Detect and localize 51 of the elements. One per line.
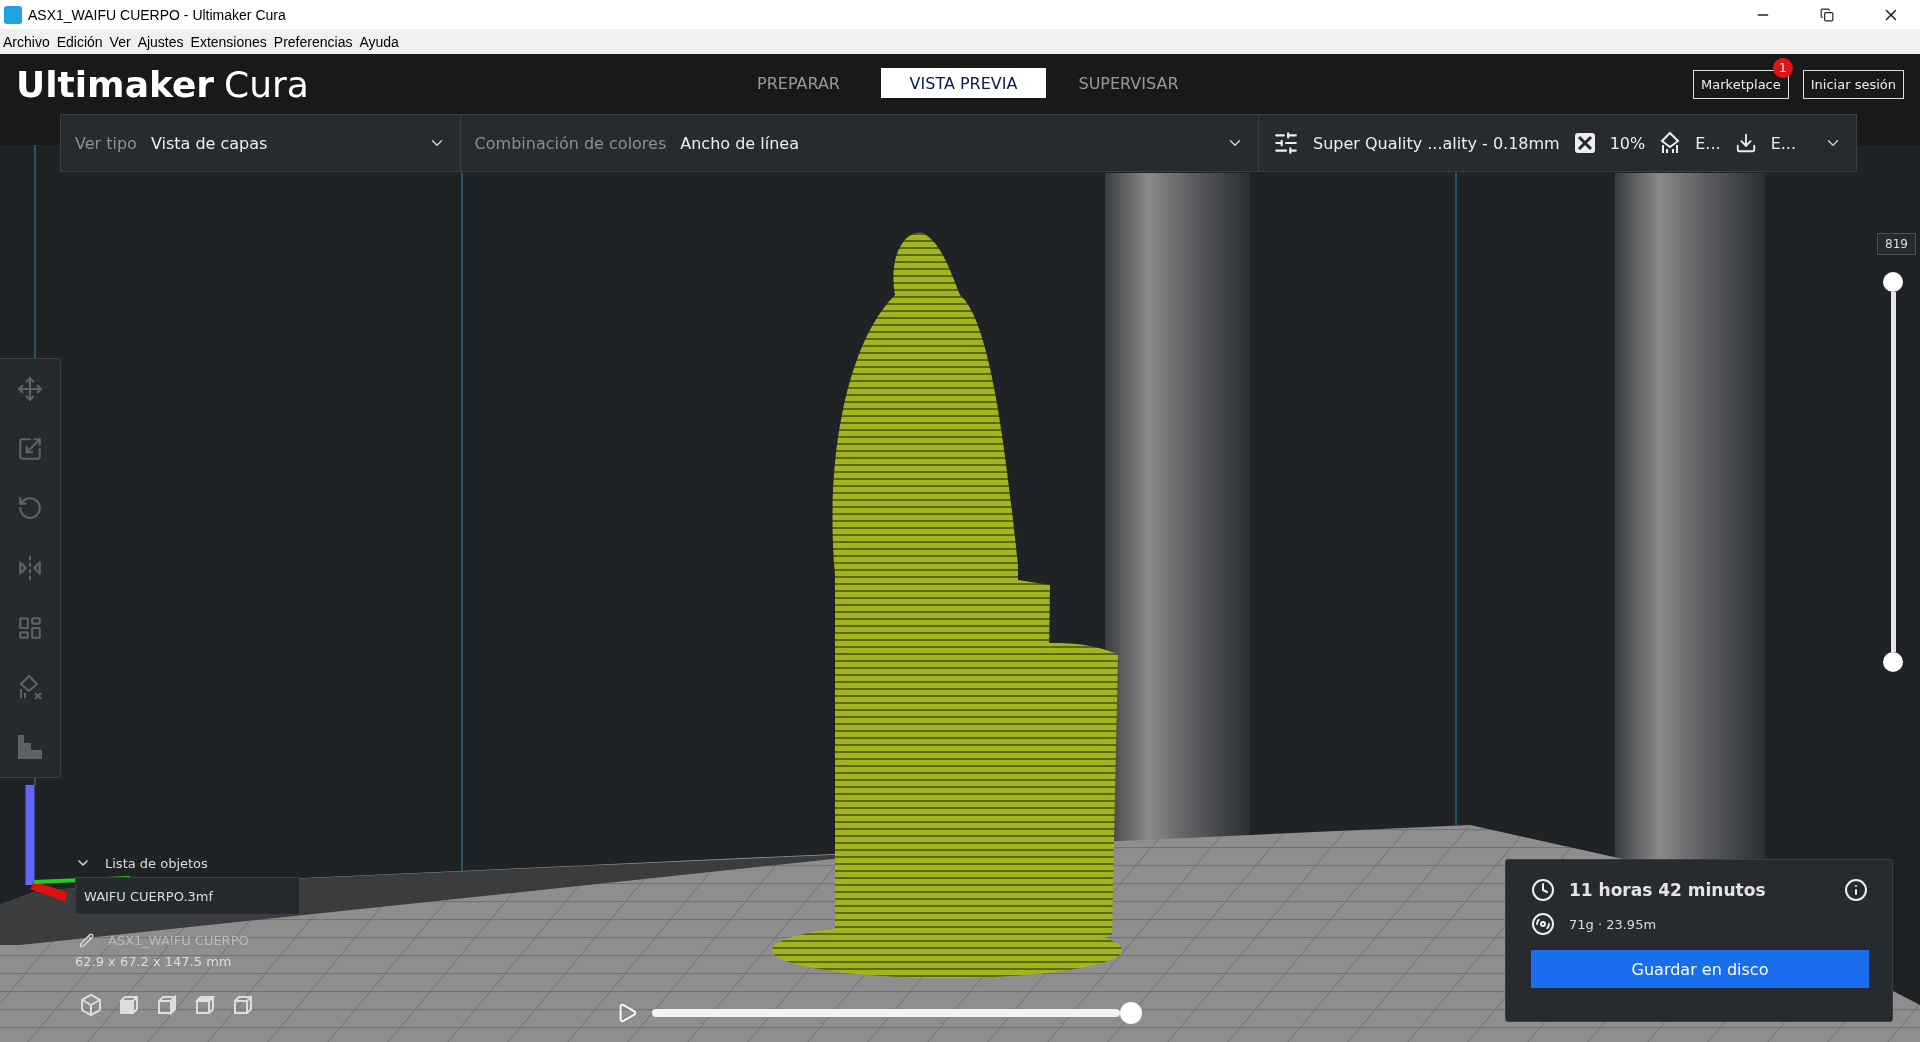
download-icon [1734, 132, 1757, 154]
print-time: 11 horas 42 minutos [1569, 880, 1767, 900]
cube-icon[interactable] [231, 993, 255, 1017]
model-dimensions: 62.9 x 67.2 x 147.5 mm [75, 954, 233, 969]
adhesion-value: E... [1770, 133, 1796, 153]
profile-name[interactable]: Super Quality ...ality - 0.18mm [1313, 133, 1560, 153]
app-icon [4, 5, 22, 24]
rotate-icon[interactable] [17, 495, 43, 522]
view-type-value[interactable]: Vista de capas [150, 133, 268, 153]
menu-item[interactable]: Edición [56, 33, 103, 50]
cube-icon[interactable] [117, 993, 141, 1017]
stage-tab[interactable]: PREPARAR [716, 68, 881, 98]
stage-tab[interactable]: SUPERVISAR [1046, 68, 1211, 98]
support-blocker-icon[interactable] [17, 674, 43, 701]
info-icon[interactable] [1844, 878, 1868, 902]
scale-icon[interactable] [17, 435, 43, 462]
save-to-disk-button[interactable]: Guardar en disco [1531, 950, 1869, 988]
material-usage: 71g · 23.95m [1569, 916, 1657, 932]
layer-number: 819 [1877, 233, 1916, 255]
sliders-icon [1273, 130, 1300, 156]
color-scheme-value[interactable]: Ancho de línea [680, 133, 799, 153]
cube-icon[interactable] [193, 993, 217, 1017]
support-icon [1659, 131, 1682, 155]
object-list-toggle[interactable]: Lista de objetos [105, 855, 208, 871]
menu-item[interactable]: Extensiones [190, 33, 267, 50]
clock-icon [1531, 878, 1555, 902]
pencil-icon[interactable] [79, 933, 94, 948]
restore-icon[interactable] [1820, 7, 1834, 22]
move-icon[interactable] [17, 375, 43, 402]
menu-item[interactable]: Ajustes [137, 33, 184, 50]
infill-value: 10% [1609, 133, 1646, 153]
menu-item[interactable]: Preferencias [273, 33, 353, 50]
menu-item[interactable]: Ver [109, 33, 131, 50]
view-type-label: Ver tipo [75, 133, 137, 153]
sign-in-button[interactable]: Iniciar sesión [1802, 70, 1904, 99]
support-value: E... [1695, 133, 1721, 153]
stage-tab[interactable]: VISTA PREVIA [881, 68, 1046, 98]
layer-slider-handle[interactable] [1883, 272, 1903, 292]
object-list-item[interactable]: WAIFU CUERPO.3mf [75, 877, 300, 915]
mirror-icon[interactable] [17, 554, 43, 581]
app-logo: Ultimaker Cura [16, 64, 310, 105]
cube-icon[interactable] [79, 993, 103, 1017]
color-scheme-label: Combinación de colores [474, 133, 667, 153]
layer-slider-handle[interactable] [1883, 652, 1903, 672]
stairs-icon[interactable] [17, 734, 43, 761]
window-title: ASX1_WAIFU CUERPO - Ultimaker Cura [28, 6, 287, 23]
menu-item[interactable]: Archivo [3, 33, 50, 50]
cube-icon[interactable] [155, 993, 179, 1017]
spool-icon [1531, 912, 1555, 936]
notification-badge: 1 [1772, 58, 1793, 78]
menu-item[interactable]: Ayuda [359, 33, 399, 50]
